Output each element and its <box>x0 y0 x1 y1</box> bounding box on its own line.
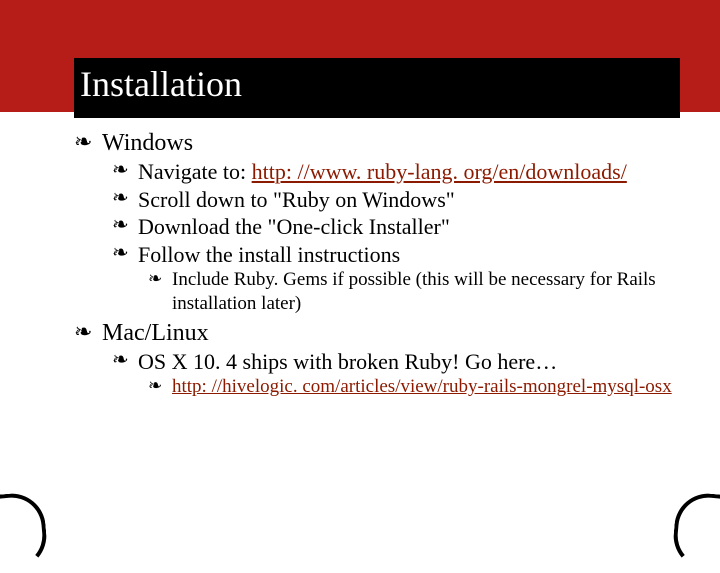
bullet-hivelogic: http: //hivelogic. com/articles/view/rub… <box>148 375 680 399</box>
bullet-include-gems: Include Ruby. Gems if possible (this wil… <box>148 268 680 316</box>
slide-content: Windows Navigate to: http: //www. ruby-l… <box>74 128 680 401</box>
bullet-text: Windows <box>102 130 193 156</box>
bullet-scroll: Scroll down to "Ruby on Windows" <box>112 186 680 214</box>
ruby-download-link[interactable]: http: //www. ruby-lang. org/en/downloads… <box>252 159 627 184</box>
bullet-windows: Windows Navigate to: http: //www. ruby-l… <box>74 128 680 316</box>
bullet-osx: OS X 10. 4 ships with broken Ruby! Go he… <box>112 348 680 399</box>
slide: Installation Windows Navigate to: http: … <box>0 0 720 540</box>
corner-bottom-right-icon <box>671 491 720 573</box>
bullet-download: Download the "One-click Installer" <box>112 213 680 241</box>
bullet-text: Scroll down to "Ruby on Windows" <box>138 187 455 212</box>
bullet-text: Include Ruby. Gems if possible (this wil… <box>172 269 656 314</box>
slide-title: Installation <box>74 58 680 118</box>
bullet-text: Follow the install instructions <box>138 242 400 267</box>
corner-bottom-left-icon <box>0 491 49 573</box>
bullet-text: OS X 10. 4 ships with broken Ruby! Go he… <box>138 349 557 374</box>
bullet-text: Navigate to: <box>138 159 252 184</box>
bullet-mac-linux: Mac/Linux OS X 10. 4 ships with broken R… <box>74 318 680 399</box>
hivelogic-link[interactable]: http: //hivelogic. com/articles/view/rub… <box>172 376 672 397</box>
bullet-follow: Follow the install instructions Include … <box>112 241 680 316</box>
bullet-text: Download the "One-click Installer" <box>138 214 450 239</box>
bullet-text: Mac/Linux <box>102 320 209 346</box>
bullet-navigate: Navigate to: http: //www. ruby-lang. org… <box>112 158 680 186</box>
